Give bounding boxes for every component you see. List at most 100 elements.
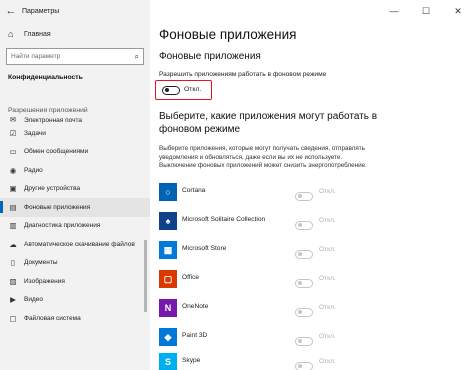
app-row-paint3d: ◆ Paint 3D Откл. [159,328,469,352]
sidebar-item-label: Фоновые приложения [24,203,91,211]
search-input[interactable]: Найти параметр ⌕ [6,48,144,65]
sidebar-item-label: Обмен сообщениями [24,148,89,156]
office-icon: ▢ [159,270,177,288]
back-arrow-icon[interactable]: ← [0,0,22,22]
sidebar-item-label: Другие устройства [24,185,81,193]
section-title: Конфиденциальность [8,74,83,81]
app-toggle[interactable] [295,279,313,288]
app-state: Откл. [319,333,336,340]
toggle-knob [297,281,302,285]
app-toggle[interactable] [295,362,313,370]
sidebar-item-label: Радио [24,166,43,174]
app-row-office: ▢ Office Откл. [159,270,469,294]
devices-icon: ▣ [9,184,17,194]
app-toggle-wrap [295,217,313,235]
sidebar-item-label: Электронная почта [24,117,83,124]
toggle-knob [297,310,302,314]
app-row-onenote: N OneNote Откл. [159,299,469,323]
home-icon: ⌂ [8,29,14,39]
app-name: Cortana [182,187,206,194]
app-toggle[interactable] [295,221,313,230]
app-toggle-wrap [295,358,313,370]
radio-icon: ◉ [9,165,17,175]
background-apps-icon: ▤ [9,202,17,212]
tasks-icon: ☑ [9,128,17,138]
sidebar-item-auto-download[interactable]: ☁ Автоматическое скачивание файлов [0,235,150,254]
sidebar-item-radio[interactable]: ◉ Радио [0,161,150,180]
background-apps-toggle[interactable] [162,86,180,95]
cortana-icon: ○ [159,183,177,201]
app-state: Откл. [319,304,336,311]
store-icon: ▦ [159,241,177,259]
apps-heading: Выберите, какие приложения могут работат… [159,111,378,135]
paint3d-icon: ◆ [159,328,177,346]
skype-icon: S [159,353,177,370]
app-state: Откл. [319,358,336,365]
close-button[interactable]: ✕ [442,0,474,22]
app-row-skype: S Skype Откл. [159,353,469,370]
app-name: Office [182,274,200,281]
app-toggle-wrap [295,333,313,351]
app-toggle[interactable] [295,308,313,317]
window-controls: — ☐ ✕ [378,0,474,22]
allow-background-label: Разрешить приложениям работать в фоновом… [159,71,327,78]
title-bar: ← Параметры [0,0,150,22]
solitaire-icon: ♠ [159,212,177,230]
highlight-box: Откл. [155,80,212,100]
video-icon: ▶ [10,295,16,305]
sidebar-item-file-system[interactable]: ▢ Файловая система [0,309,150,328]
nav-list: ✉ Электронная почта ☑ Задачи ▭ Обмен соо… [0,116,150,328]
app-row-cortana: ○ Cortana Откл. [159,183,469,207]
sidebar-item-diagnostics[interactable]: ▥ Диагностика приложения [0,217,150,236]
sidebar-item-tasks[interactable]: ☑ Задачи [0,124,150,143]
diagnostics-icon: ▥ [9,221,17,231]
search-icon[interactable]: ⌕ [135,52,139,62]
sidebar-item-email[interactable]: ✉ Электронная почта [0,116,150,124]
toggle-knob [297,364,302,368]
app-name: Microsoft Store [182,245,227,252]
messaging-icon: ▭ [9,147,17,157]
window-title: Параметры [22,7,60,15]
toggle-knob [297,223,302,227]
app-toggle[interactable] [295,250,313,259]
sidebar-item-messaging[interactable]: ▭ Обмен сообщениями [0,143,150,162]
toggle-knob [297,339,302,343]
download-icon: ☁ [9,239,17,249]
app-toggle-wrap [295,304,313,322]
onenote-icon: N [159,299,177,317]
sidebar-item-label: Файловая система [24,314,81,322]
documents-icon: ▯ [10,258,16,268]
app-toggle[interactable] [295,337,313,346]
app-toggle-wrap [295,188,313,206]
app-name: Skype [182,357,201,364]
sidebar-item-label: Задачи [24,129,46,137]
sidebar-scrollbar[interactable] [144,240,147,312]
nav-home[interactable]: ⌂ Главная [8,29,51,39]
main-content: — ☐ ✕ Фоновые приложения Фоновые приложе… [150,0,474,370]
mail-icon: ✉ [9,116,17,124]
search-placeholder: Найти параметр [11,53,61,60]
sidebar-item-label: Изображения [24,277,65,285]
sidebar-item-images[interactable]: ▨ Изображения [0,272,150,291]
toggle-knob [297,194,302,198]
toggle-knob [164,88,169,92]
app-name: Microsoft Solitaire Collection [182,216,266,223]
sidebar-item-background-apps[interactable]: ▤ Фоновые приложения [0,198,150,217]
sidebar-item-label: Автоматическое скачивание файлов [24,240,135,248]
app-name: Paint 3D [182,332,208,339]
toggle-state-label: Откл. [184,86,202,93]
app-toggle[interactable] [295,192,313,201]
sidebar-item-label: Документы [24,259,58,267]
app-row-store: ▦ Microsoft Store Откл. [159,241,469,265]
page-title: Фоновые приложения [159,27,297,42]
sidebar-item-documents[interactable]: ▯ Документы [0,254,150,273]
minimize-button[interactable]: — [378,0,410,22]
sidebar-item-video[interactable]: ▶ Видео [0,291,150,310]
sidebar: ← Параметры ⌂ Главная Найти параметр ⌕ К… [0,0,150,370]
section-subtitle: Фоновые приложения [159,51,261,62]
app-toggle-wrap [295,246,313,264]
maximize-button[interactable]: ☐ [410,0,442,22]
app-state: Откл. [319,188,336,195]
toggle-knob [297,252,302,256]
sidebar-item-devices[interactable]: ▣ Другие устройства [0,180,150,199]
